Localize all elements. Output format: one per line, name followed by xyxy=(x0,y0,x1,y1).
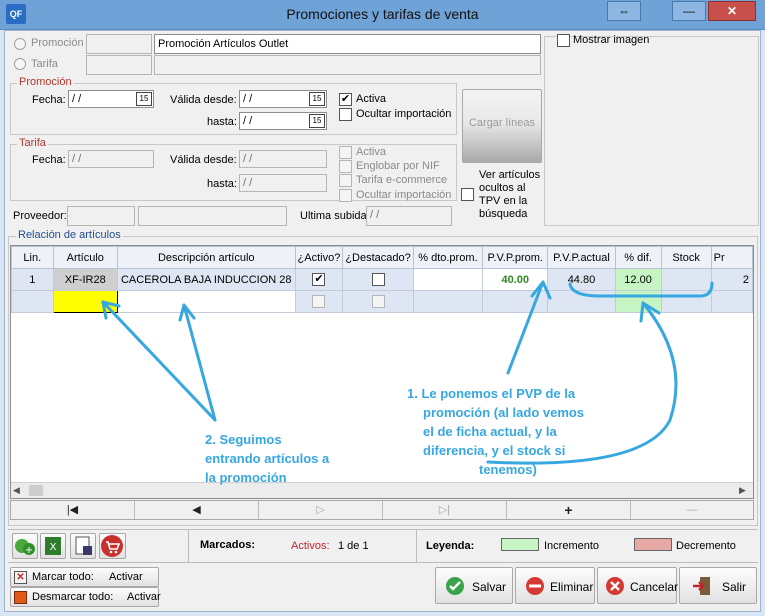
note-line: el de ficha actual, y la xyxy=(423,424,557,439)
note-line: diferencia, y el stock si xyxy=(423,443,566,458)
arrow-to-pvp-prom xyxy=(506,280,545,375)
note-line: promoción (al lado vemos xyxy=(423,405,585,420)
annotation-note-2: 2. Seguimos entrando artículos a la prom… xyxy=(205,430,329,487)
annotation-arrows xyxy=(101,280,714,465)
note-line: entrando artículos a xyxy=(205,451,330,466)
note-line: 1. Le ponemos el PVP de la xyxy=(407,386,576,401)
annotation-note-1: 1. Le ponemos el PVP de la promoción (al… xyxy=(407,384,584,479)
note-line: la promoción xyxy=(205,470,287,485)
note-line: 2. Seguimos xyxy=(205,432,282,447)
note-line: tenemos) xyxy=(479,462,537,477)
bracket-actual-dif-stock xyxy=(568,281,714,298)
